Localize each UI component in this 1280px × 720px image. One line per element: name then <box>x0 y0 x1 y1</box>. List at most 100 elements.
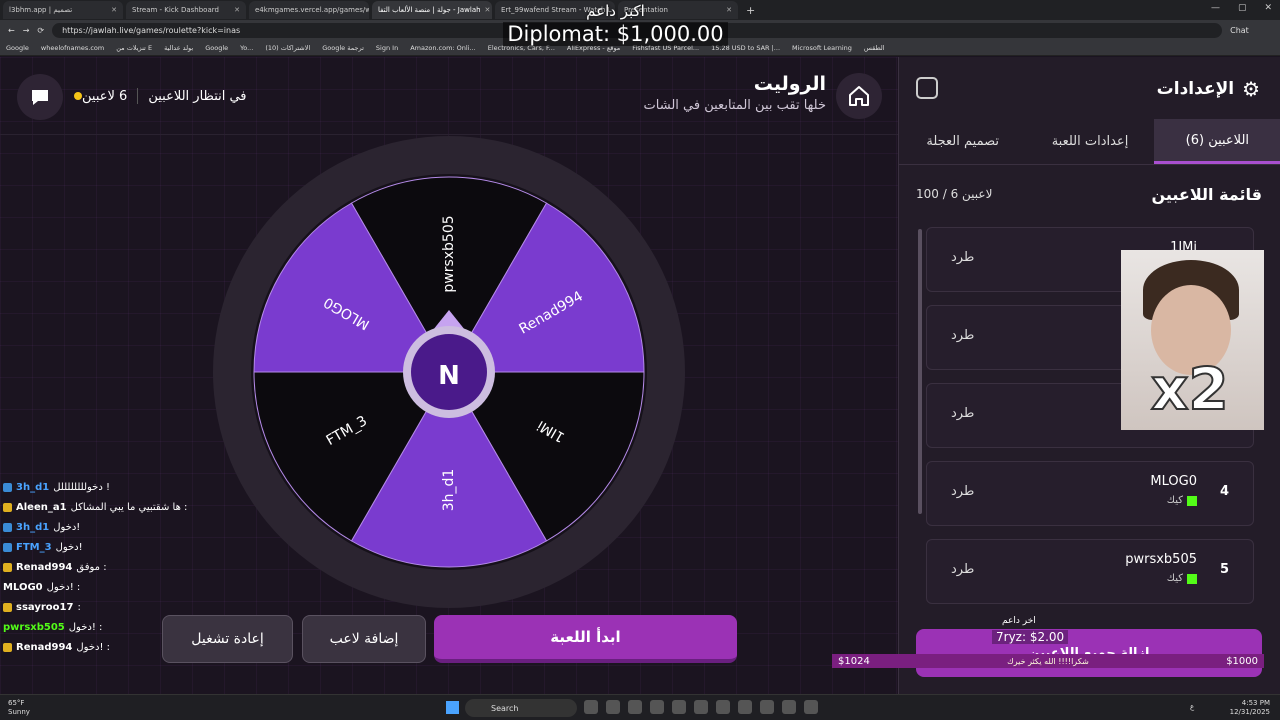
bookmark-item[interactable]: Sign In <box>376 44 398 52</box>
browser-tab[interactable]: e4kmgames.vercel.app/games/w✕ <box>249 1 369 19</box>
chat-button[interactable]: Chat <box>1230 26 1249 35</box>
settings-title: الإعدادات <box>1156 79 1235 99</box>
minimize-icon[interactable]: — <box>1211 3 1220 13</box>
chat-username[interactable]: Renad994 <box>16 562 72 573</box>
bookmark-item[interactable]: Google ترجمة <box>322 44 364 52</box>
weather-desc: Sunny <box>8 708 30 716</box>
home-icon <box>849 86 869 106</box>
add-player-button[interactable]: إضافة لاعب <box>302 615 426 663</box>
roulette-wheel[interactable]: pwrsxb505 Renad994 1IMi 3h_d1 FTM_3 MLOG0 N <box>212 135 686 609</box>
player-number: 4 <box>1219 484 1229 499</box>
chat-username[interactable]: pwrsxb505 <box>3 622 65 633</box>
taskbar-search[interactable]: Search <box>465 699 577 717</box>
taskbar-clock[interactable]: 4:53 PM 12/31/2025 <box>1230 699 1270 717</box>
last-donor-label: اخر داعم <box>1002 616 1036 626</box>
bookmark-item[interactable]: Google <box>205 44 228 52</box>
chat-badge-icon <box>3 522 12 532</box>
weather-widget[interactable]: 65°F Sunny <box>8 699 30 717</box>
restart-button[interactable]: إعادة تشغيل <box>162 615 293 663</box>
bookmark-item[interactable]: بولد عدالية <box>164 44 193 52</box>
chat-username[interactable]: 3h_d1 <box>16 522 49 533</box>
players-scrollbar[interactable] <box>918 229 922 514</box>
app-icon[interactable] <box>650 700 664 714</box>
app-icon[interactable] <box>782 700 796 714</box>
maximize-icon[interactable]: ▢ <box>1238 3 1247 13</box>
webcam-multiplier-badge: x2 <box>1150 354 1230 424</box>
start-game-button[interactable]: ابدأ اللعبة <box>434 615 737 663</box>
chat-text: دخول! <box>55 541 83 553</box>
kick-player-button[interactable]: طرد <box>951 562 974 577</box>
app-icon[interactable] <box>804 700 818 714</box>
chat-message: Aleen_a1 ها شقتبيي ما يبي المشاكل : <box>0 497 200 517</box>
platform-label: كيك <box>1166 495 1183 506</box>
forward-icon[interactable]: → <box>23 26 30 35</box>
game-subtitle: خلها تقب بين المتابعين في الشات <box>643 98 826 113</box>
chat-bubble-icon <box>32 90 48 105</box>
browser-tab[interactable]: l3bhm.app | تصميم ✕ <box>3 1 123 19</box>
donation-bar-right: $1000 <box>1226 655 1258 667</box>
settings-header: الإعدادات ⚙ <box>1157 77 1260 101</box>
collapse-sidebar-icon[interactable] <box>916 77 938 99</box>
kick-player-button[interactable]: طرد <box>951 250 974 265</box>
players-status: في انتظار اللاعبين 6 لاعبين <box>70 88 247 104</box>
bookmark-item[interactable]: Yo... <box>240 44 253 52</box>
browser-tab-label: l3bhm.app | تصميم <box>9 6 73 14</box>
settings-tabs: اللاعبين (6) إعدادات اللعبة تصميم العجلة <box>899 119 1280 165</box>
bookmark-item[interactable]: الطقس <box>864 44 885 52</box>
chat-username[interactable]: Renad994 <box>16 642 72 653</box>
new-tab-button[interactable]: + <box>746 4 755 17</box>
chat-text: دخول! : <box>68 621 103 633</box>
close-tab-icon[interactable]: ✕ <box>234 6 240 14</box>
bookmark-item[interactable]: Microsoft Learning <box>792 44 852 52</box>
taskbar: 65°F Sunny Search ع 4:53 PM 12/31/2025 <box>0 694 1280 720</box>
chat-username[interactable]: 3h_d1 <box>16 482 49 493</box>
kick-player-button[interactable]: طرد <box>951 406 974 421</box>
player-name: MLOG0 <box>1150 474 1197 489</box>
app-icon[interactable] <box>694 700 708 714</box>
app-icon[interactable] <box>760 700 774 714</box>
bookmark-item[interactable]: (10) الاشتراكات <box>265 44 310 52</box>
app-icon[interactable] <box>672 700 686 714</box>
kick-player-button[interactable]: طرد <box>951 328 974 343</box>
settings-tab[interactable]: اللاعبين (6) <box>1153 119 1280 164</box>
wheel-svg: pwrsxb505Renad9941IMi3h_d1FTM_3MLOG0N <box>213 136 685 608</box>
chat-username[interactable]: FTM_3 <box>16 542 52 553</box>
bookmark-item[interactable]: تنزيلات من E <box>116 44 152 52</box>
app-icon[interactable] <box>606 700 620 714</box>
bookmark-item[interactable]: wheelofnames.com <box>41 44 104 52</box>
language-indicator[interactable]: ع <box>1190 703 1194 711</box>
kick-logo-icon <box>1187 573 1197 584</box>
close-tab-icon[interactable]: ✕ <box>485 6 491 14</box>
settings-tab[interactable]: تصميم العجلة <box>899 119 1026 164</box>
wheel-hub-letter: N <box>438 361 460 391</box>
chat-message: MLOG0 دخول! : <box>0 577 200 597</box>
settings-tab[interactable]: إعدادات اللعبة <box>1026 119 1153 164</box>
chat-username[interactable]: ssayroo17 <box>16 602 73 613</box>
browser-tab-label: e4kmgames.vercel.app/games/w <box>255 6 369 14</box>
chat-username[interactable]: Aleen_a1 <box>16 502 67 513</box>
bookmark-item[interactable]: Google <box>6 44 29 52</box>
close-window-icon[interactable]: ✕ <box>1264 3 1272 13</box>
app-icon[interactable] <box>584 700 598 714</box>
chat-toggle-button[interactable] <box>17 74 63 120</box>
app-icon[interactable] <box>738 700 752 714</box>
player-name: pwrsxb505 <box>1125 552 1197 567</box>
bookmark-item[interactable]: Amazon.com: Onli... <box>410 44 476 52</box>
chat-badge-icon <box>3 542 12 552</box>
back-icon[interactable]: ← <box>8 26 15 35</box>
kick-player-button[interactable]: طرد <box>951 484 974 499</box>
browser-tab[interactable]: جولة | منصة الألعاب التفا - Jawlah ✕ <box>372 1 492 19</box>
browser-tab[interactable]: Stream - Kick Dashboard ✕ <box>126 1 246 19</box>
chat-username[interactable]: MLOG0 <box>3 582 43 593</box>
reload-icon[interactable]: ⟳ <box>37 26 44 35</box>
donation-bar-message: شكرا!!!! الله يكثر خيرك <box>1007 656 1089 666</box>
kick-logo-icon <box>1187 495 1197 506</box>
app-icon[interactable] <box>628 700 642 714</box>
player-card: طرد 5 pwrsxb505 كيك <box>926 539 1254 604</box>
app-icon[interactable] <box>716 700 730 714</box>
game-title: الروليت <box>753 73 826 95</box>
windows-start-icon[interactable] <box>446 701 459 714</box>
home-button[interactable] <box>836 73 882 119</box>
players-list-title: قائمة اللاعبين <box>1151 185 1262 204</box>
close-tab-icon[interactable]: ✕ <box>111 6 117 14</box>
